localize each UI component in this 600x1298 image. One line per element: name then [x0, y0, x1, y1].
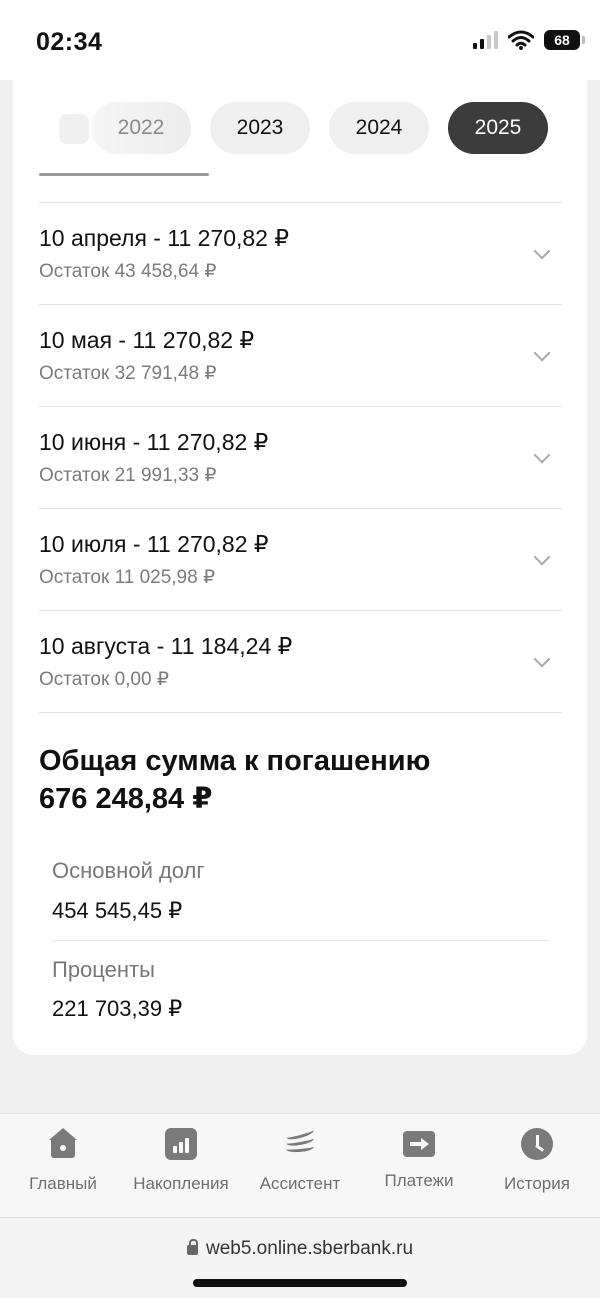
status-bar: 02:34 68: [0, 0, 600, 80]
payment-title: 10 июля - 11 270,82 ₽: [39, 531, 269, 557]
bottom-tab-bar: Главный Накопления Ассистент Платежи Ист…: [0, 1113, 600, 1217]
home-icon: [47, 1128, 79, 1160]
principal-value: 454 545,45 ₽: [52, 898, 183, 923]
lock-icon: [186, 1239, 198, 1255]
bar-chart-icon: [165, 1128, 197, 1160]
tab-label: Ассистент: [259, 1174, 341, 1193]
payment-title: 10 апреля - 11 270,82 ₽: [39, 225, 289, 251]
tab-payments[interactable]: Платежи: [359, 1128, 479, 1191]
payment-balance: Остаток 0,00 ₽: [39, 669, 169, 690]
payment-list: 10 апреля - 11 270,82 ₽ Остаток 43 458,6…: [39, 202, 562, 713]
status-time: 02:34: [36, 28, 103, 56]
payment-schedule-card: 2022 2023 2024 2025 10 апреля - 11 270,8…: [13, 80, 587, 1055]
status-icons: 68: [473, 30, 585, 50]
tab-home[interactable]: Главный: [3, 1128, 123, 1194]
clock-icon: [521, 1128, 553, 1160]
chevron-down-icon[interactable]: [533, 344, 551, 362]
chevron-down-icon[interactable]: [533, 548, 551, 566]
detail-divider: [52, 940, 549, 941]
assistant-icon: [284, 1126, 316, 1160]
tab-label: Главный: [29, 1174, 97, 1193]
payment-title: 10 мая - 11 270,82 ₽: [39, 327, 255, 353]
payment-balance: Остаток 32 791,48 ₽: [39, 363, 217, 384]
tab-assistant[interactable]: Ассистент: [240, 1126, 360, 1194]
battery-level: 68: [554, 32, 570, 48]
interest-value: 221 703,39 ₽: [52, 996, 183, 1021]
payment-row[interactable]: 10 августа - 11 184,24 ₽ Остаток 0,00 ₽: [39, 611, 562, 713]
clipped-previous-row: [39, 168, 219, 178]
payment-row[interactable]: 10 мая - 11 270,82 ₽ Остаток 32 791,48 ₽: [39, 305, 562, 407]
url-field[interactable]: web5.online.sberbank.ru: [0, 1238, 600, 1260]
wifi-icon: [508, 30, 534, 50]
year-pill-2022[interactable]: 2022: [91, 102, 191, 154]
tab-savings[interactable]: Накопления: [121, 1128, 241, 1194]
year-pill-2024[interactable]: 2024: [329, 102, 429, 154]
year-pill-partial: [59, 114, 89, 144]
principal-label: Основной долг: [52, 858, 205, 883]
url-text: web5.online.sberbank.ru: [205, 1238, 414, 1259]
chevron-down-icon[interactable]: [533, 650, 551, 668]
total-amount: 676 248,84 ₽: [39, 783, 213, 815]
transfer-arrow-icon: [403, 1131, 435, 1157]
home-indicator[interactable]: [193, 1279, 407, 1287]
interest-label: Проценты: [52, 957, 155, 982]
total-title: Общая сумма к погашению: [39, 745, 431, 777]
chevron-down-icon[interactable]: [533, 242, 551, 260]
tab-label: Платежи: [384, 1171, 454, 1190]
payment-row[interactable]: 10 июля - 11 270,82 ₽ Остаток 11 025,98 …: [39, 509, 562, 611]
cellular-signal-icon: [473, 31, 498, 49]
year-pill-2023[interactable]: 2023: [210, 102, 310, 154]
chevron-down-icon[interactable]: [533, 446, 551, 464]
browser-url-bar: web5.online.sberbank.ru: [0, 1217, 600, 1298]
battery-icon: 68: [544, 30, 585, 50]
tab-label: История: [504, 1174, 570, 1193]
year-pill-2025[interactable]: 2025: [448, 102, 548, 154]
payment-balance: Остаток 43 458,64 ₽: [39, 261, 217, 282]
payment-title: 10 августа - 11 184,24 ₽: [39, 633, 293, 659]
tab-history[interactable]: История: [477, 1128, 597, 1194]
payment-balance: Остаток 11 025,98 ₽: [39, 567, 216, 588]
payment-row[interactable]: 10 апреля - 11 270,82 ₽ Остаток 43 458,6…: [39, 203, 562, 305]
year-selector: 2022 2023 2024 2025: [13, 102, 587, 154]
payment-row[interactable]: 10 июня - 11 270,82 ₽ Остаток 21 991,33 …: [39, 407, 562, 509]
payment-balance: Остаток 21 991,33 ₽: [39, 465, 217, 486]
tab-label: Накопления: [133, 1174, 229, 1193]
payment-title: 10 июня - 11 270,82 ₽: [39, 429, 269, 455]
